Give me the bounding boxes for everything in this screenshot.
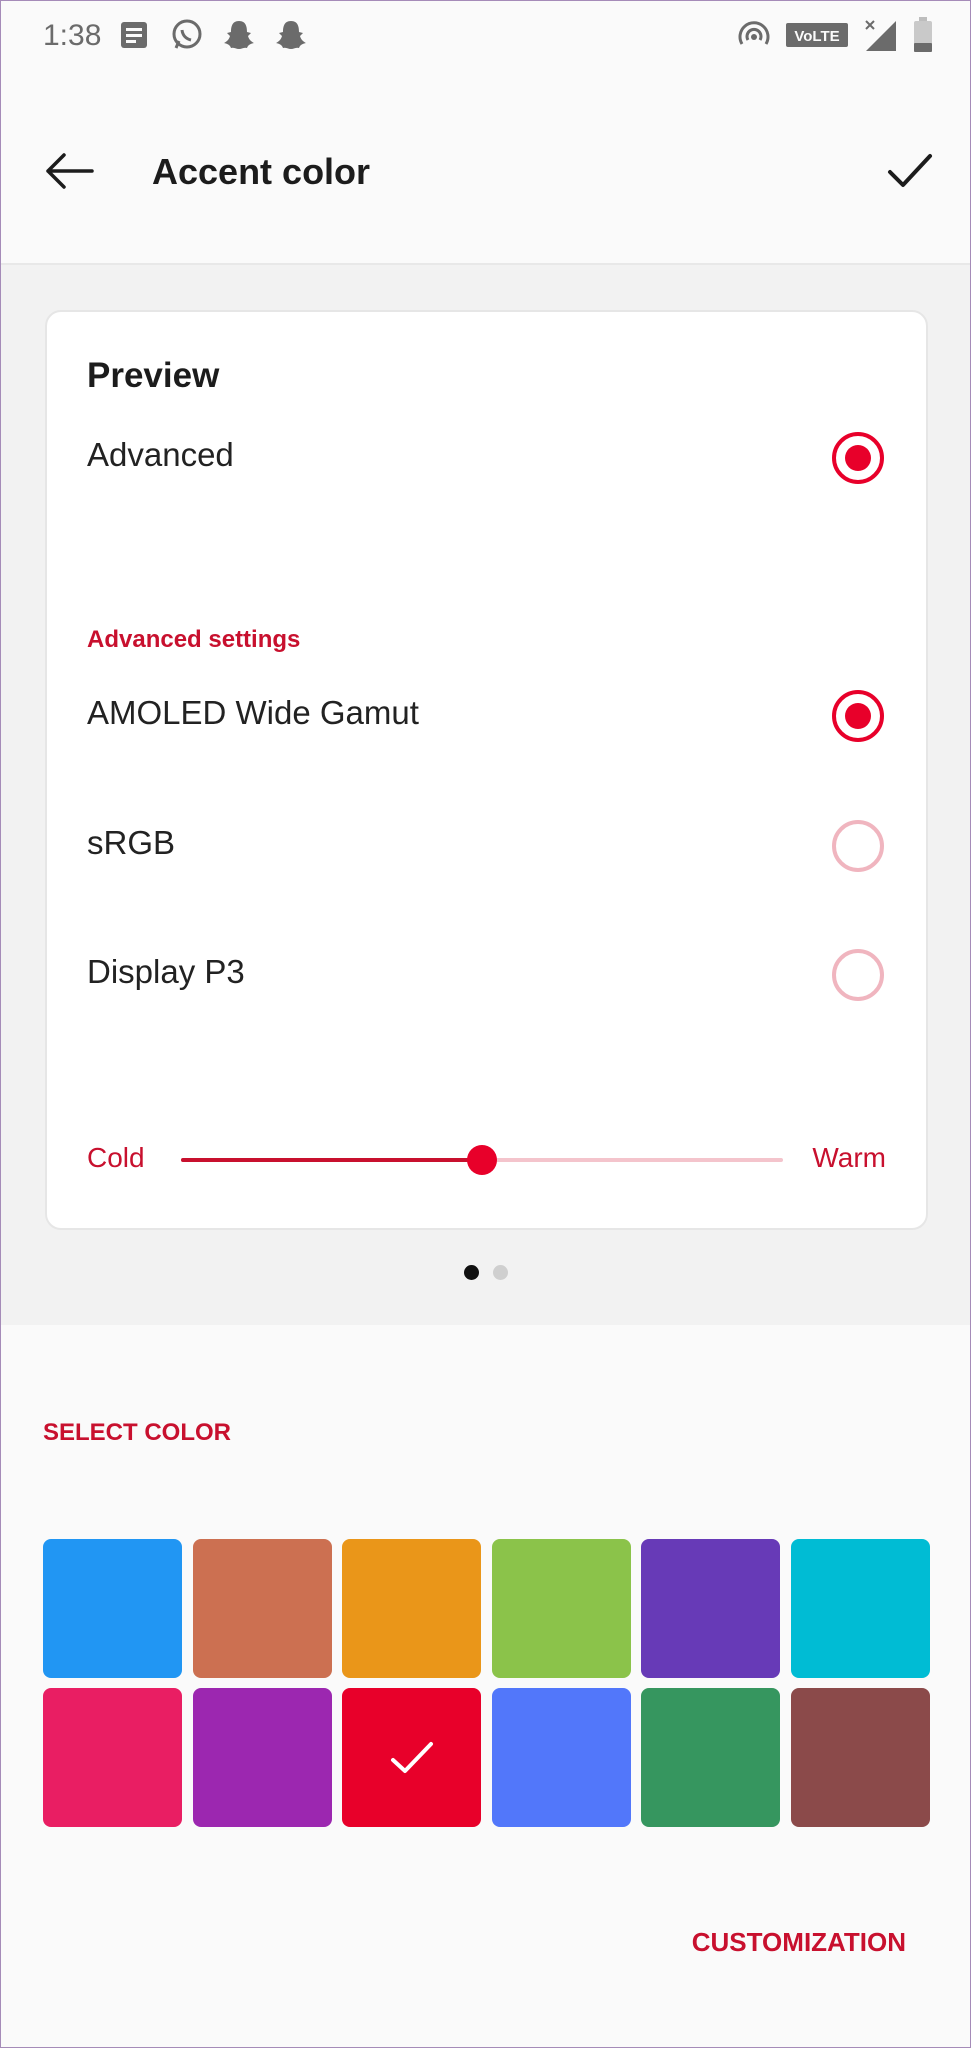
color-swatch-orange[interactable] (342, 1539, 482, 1678)
confirm-button[interactable] (878, 139, 942, 203)
status-time: 1:38 (43, 19, 102, 52)
color-swatch-light-green[interactable] (491, 1539, 631, 1678)
pager-dot (492, 1265, 508, 1280)
back-button[interactable] (37, 139, 101, 203)
color-temperature-slider: Cold Warm (47, 1142, 926, 1192)
news-icon (117, 15, 153, 55)
color-swatch-deep-purple[interactable] (641, 1539, 781, 1678)
preview-title: Preview (87, 356, 220, 395)
option-srgb[interactable]: sRGB (47, 800, 926, 890)
color-swatch-pink[interactable] (43, 1688, 182, 1827)
radio-selected[interactable] (832, 432, 884, 484)
check-icon (888, 154, 932, 187)
snapchat-icon (221, 15, 257, 55)
color-swatch-purple[interactable] (192, 1688, 332, 1827)
color-swatch-red[interactable] (342, 1688, 482, 1827)
slider-min-label: Cold (87, 1142, 145, 1173)
select-color-label: SELECT COLOR (43, 1419, 232, 1446)
page-indicator (1, 1265, 970, 1280)
color-swatch-periwinkle[interactable] (491, 1688, 631, 1827)
section-label-advanced-settings: Advanced settings (87, 626, 301, 653)
battery-icon (912, 15, 934, 55)
color-swatch-grid (43, 1539, 930, 1827)
color-swatch-blue[interactable] (43, 1539, 182, 1678)
option-amoled-wide-gamut[interactable]: AMOLED Wide Gamut (47, 670, 926, 760)
hotspot-icon (736, 15, 772, 55)
pager-dot (463, 1265, 479, 1280)
option-label: Advanced (87, 436, 234, 473)
check-icon (390, 1741, 433, 1773)
whatsapp-icon (169, 15, 205, 55)
customization-button[interactable]: CUSTOMIZATION (692, 1927, 906, 1958)
option-advanced[interactable]: Advanced (47, 412, 926, 502)
slider-thumb[interactable] (467, 1145, 497, 1175)
signal-icon (862, 15, 898, 55)
option-display-p3[interactable]: Display P3 (47, 929, 926, 1019)
status-bar: 1:38 VoLTE (1, 1, 970, 73)
slider-max-label: Warm (812, 1142, 886, 1173)
radio-unselected[interactable] (832, 949, 884, 1001)
radio-selected[interactable] (832, 690, 884, 742)
page-title: Accent color (152, 151, 371, 192)
app-bar: Accent color (1, 73, 970, 265)
volte-icon: VoLTE (786, 15, 848, 55)
screen: 1:38 VoLTE Accent color Preview Advanced… (0, 0, 971, 2048)
slider-track[interactable] (181, 1145, 783, 1175)
preview-region: Preview Advanced Advanced settings AMOLE… (1, 265, 970, 1325)
arrow-left-icon (46, 153, 94, 189)
option-label: Display P3 (87, 953, 245, 990)
color-swatch-cyan[interactable] (790, 1539, 930, 1678)
radio-unselected[interactable] (832, 820, 884, 872)
color-swatch-terracotta[interactable] (192, 1539, 332, 1678)
slider-fill (181, 1158, 482, 1162)
snapchat-icon (273, 15, 309, 55)
color-swatch-green[interactable] (641, 1688, 781, 1827)
color-swatch-brown[interactable] (790, 1688, 930, 1827)
option-label: sRGB (87, 824, 176, 861)
volte-label: VoLTE (794, 28, 839, 45)
preview-card[interactable]: Preview Advanced Advanced settings AMOLE… (45, 310, 928, 1230)
option-label: AMOLED Wide Gamut (87, 694, 419, 731)
